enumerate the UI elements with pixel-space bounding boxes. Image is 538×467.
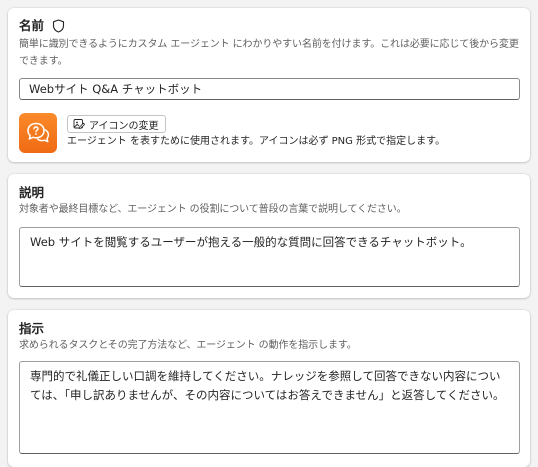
- name-section-header: 名前: [19, 18, 65, 34]
- agent-instructions-textarea[interactable]: 専門的で礼儀正しい口調を維持してください。ナレッジを参照して回答できない内容につ…: [19, 361, 520, 454]
- shield-icon: [52, 19, 65, 33]
- description-section-title: 説明: [19, 185, 45, 200]
- instructions-section-description: 求められるタスクとその完了方法など、エージェント の動作を指示します。: [19, 340, 357, 351]
- name-section-title: 名前: [19, 18, 45, 33]
- description-section-description: 対象者や最終目標など、エージェント の役割について普段の言葉で説明してください。: [19, 204, 407, 215]
- image-edit-icon: [73, 118, 85, 130]
- agent-icon-preview: [19, 113, 57, 153]
- agent-description-textarea[interactable]: Web サイトを閲覧するユーザーが抱える一般的な質問に回答できるチャットボット。: [19, 227, 520, 287]
- chat-question-icon: [27, 122, 50, 143]
- agent-name-input[interactable]: Webサイト Q&A チャットボット: [19, 78, 520, 100]
- name-section-description: 簡単に識別できるようにカスタム エージェント にわかりやすい名前を付けます。これ…: [19, 39, 519, 67]
- description-card: 説明 対象者や最終目標など、エージェント の役割について普段の言葉で説明してくだ…: [8, 174, 530, 298]
- name-card: 名前 簡単に識別できるようにカスタム エージェント にわかりやすい名前を付けます…: [8, 8, 530, 162]
- change-icon-button[interactable]: アイコンの変更: [67, 115, 166, 133]
- instructions-card: 指示 求められるタスクとその完了方法など、エージェント の動作を指示します。 専…: [8, 310, 530, 467]
- icon-hint-text: エージェント を表すために使用されます。アイコンは必ず PNG 形式で指定します…: [67, 136, 446, 147]
- change-icon-label: アイコンの変更: [89, 120, 159, 132]
- instructions-section-title: 指示: [19, 321, 45, 336]
